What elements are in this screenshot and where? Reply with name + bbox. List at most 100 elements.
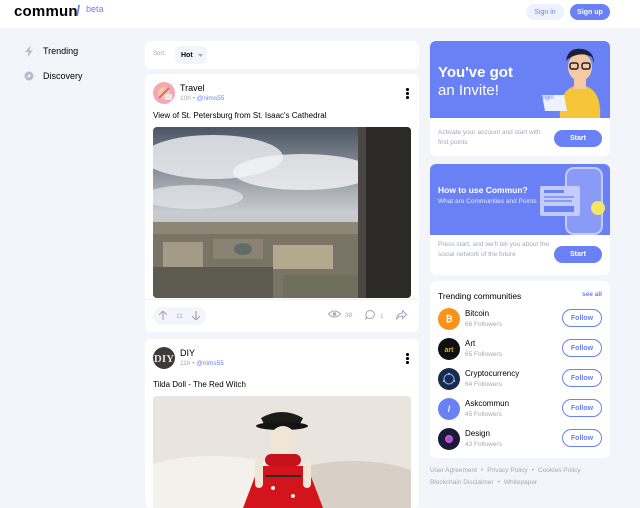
- community-followers: 45 Followers: [465, 411, 502, 418]
- beta-label: beta: [86, 4, 104, 14]
- askcommun-icon: /: [438, 398, 460, 420]
- views-count: 38: [345, 311, 353, 319]
- how-to-text: Press start, and we'll tell you about th…: [438, 241, 550, 258]
- trending-communities-card: Trending communities see all ₿ Bitcoin 6…: [430, 281, 610, 458]
- more-options-icon[interactable]: [406, 88, 409, 100]
- vote-control: 11: [153, 307, 206, 325]
- community-name[interactable]: Design: [465, 429, 490, 438]
- community-row[interactable]: / Askcommun 45 Followers Follow: [438, 397, 602, 421]
- chevron-down-icon: [197, 52, 203, 59]
- login-badge: Login: [539, 95, 554, 101]
- top-bar: commun / beta Sign in Sign up: [0, 0, 640, 28]
- meta-separator: •: [192, 95, 195, 102]
- post-title[interactable]: View of St. Petersburg from St. Isaac's …: [153, 111, 326, 120]
- nav-item-trending[interactable]: Trending: [24, 45, 79, 57]
- community-name[interactable]: Travel: [180, 83, 205, 93]
- post-image[interactable]: [153, 396, 411, 508]
- community-name[interactable]: Art: [465, 339, 475, 348]
- sign-up-button[interactable]: Sign up: [570, 4, 610, 20]
- post-image[interactable]: [153, 127, 411, 298]
- community-followers: 64 Followers: [465, 381, 502, 388]
- invite-illustration: [542, 48, 601, 118]
- invite-start-button[interactable]: Start: [554, 130, 602, 147]
- blockchain-disclaimer-link[interactable]: Blockchain Disclaimer: [430, 479, 494, 486]
- post-author[interactable]: @nims55: [197, 95, 225, 102]
- user-agreement-link[interactable]: User Agreement: [430, 467, 477, 474]
- community-name[interactable]: Bitcoin: [465, 309, 489, 318]
- how-to-subheading: What are Communities and Points: [438, 198, 537, 205]
- invite-banner: You've got an Invite! Login: [430, 41, 610, 118]
- community-name[interactable]: Askcommun: [465, 399, 509, 408]
- art-icon: art: [438, 338, 460, 360]
- post-time: 11h: [180, 360, 191, 367]
- post-title[interactable]: Tilda Doll - The Red Witch: [153, 380, 246, 389]
- nav-label: Discovery: [43, 71, 83, 81]
- eye-icon: [327, 310, 342, 320]
- invite-text: Activate your account and start with fir…: [438, 129, 541, 146]
- svg-text:art: art: [445, 347, 455, 353]
- post-card[interactable]: Travel 10h • @nims55 View of St. Petersb…: [145, 74, 419, 332]
- bitcoin-icon: ₿: [438, 308, 460, 330]
- community-avatar[interactable]: DIY: [153, 347, 175, 369]
- nav-label: Trending: [43, 46, 79, 56]
- more-options-icon[interactable]: [406, 353, 409, 365]
- post-actions: 11 38 1: [145, 299, 419, 332]
- sign-in-button[interactable]: Sign in: [526, 4, 564, 20]
- views-stat: 38: [327, 310, 353, 320]
- post-meta: 11h • @nims55: [180, 360, 224, 367]
- community-name[interactable]: DIY: [180, 348, 195, 358]
- post-meta: 10h • @nims55: [180, 95, 224, 102]
- svg-text:DIY: DIY: [154, 353, 174, 365]
- cookies-policy-link[interactable]: Cookies Policy: [538, 467, 581, 474]
- follow-button[interactable]: Follow: [562, 399, 602, 417]
- community-row[interactable]: ₿ Bitcoin 66 Followers Follow: [438, 307, 602, 331]
- invite-heading-line1: You've got: [438, 64, 513, 81]
- community-followers: 43 Followers: [465, 441, 502, 448]
- post-time: 10h: [180, 95, 191, 102]
- see-all-link[interactable]: see all: [582, 291, 602, 298]
- community-row[interactable]: Design 43 Followers Follow: [438, 427, 602, 451]
- how-to-banner: How to use Commun? What are Communities …: [430, 164, 610, 235]
- how-to-heading: How to use Commun?: [438, 185, 528, 195]
- comments-count: 1: [380, 312, 384, 320]
- footer-dot: •: [497, 479, 500, 486]
- share-icon[interactable]: [396, 310, 407, 320]
- comment-icon: [365, 309, 376, 322]
- meta-separator: •: [192, 360, 195, 367]
- lightning-icon: [24, 45, 34, 57]
- footer-dot: •: [480, 467, 484, 474]
- downvote-icon[interactable]: [191, 310, 201, 322]
- footer-links: User Agreement • Privacy Policy • Cookies Po…: [430, 465, 610, 489]
- privacy-policy-link[interactable]: Privacy Policy: [487, 467, 527, 474]
- community-followers: 65 Followers: [465, 351, 502, 358]
- follow-button[interactable]: Follow: [562, 369, 602, 387]
- comments-stat[interactable]: 1: [365, 309, 384, 322]
- community-avatar[interactable]: [153, 82, 175, 104]
- compass-icon: [24, 71, 34, 81]
- sort-dropdown[interactable]: Hot: [175, 46, 207, 64]
- vote-count: 11: [176, 312, 183, 320]
- upvote-icon[interactable]: [158, 310, 168, 322]
- community-followers: 66 Followers: [465, 321, 502, 328]
- how-to-start-button[interactable]: Start: [554, 246, 602, 263]
- follow-button[interactable]: Follow: [562, 429, 602, 447]
- nav-item-discovery[interactable]: Discovery: [24, 71, 83, 81]
- post-card[interactable]: DIY DIY 11h • @nims55 Tilda Doll - The R…: [145, 339, 419, 508]
- follow-button[interactable]: Follow: [562, 339, 602, 357]
- footer-dot: •: [531, 467, 534, 474]
- community-row[interactable]: art Art 65 Followers Follow: [438, 337, 602, 361]
- phone-illustration: [540, 167, 605, 235]
- follow-button[interactable]: Follow: [562, 309, 602, 327]
- how-to-card: How to use Commun? What are Communities …: [430, 164, 610, 275]
- cryptocurrency-icon: [438, 368, 460, 390]
- community-row[interactable]: Cryptocurrency 64 Followers Follow: [438, 367, 602, 391]
- sort-label: Sort:: [153, 51, 166, 57]
- sort-bar: Sort: Hot: [145, 41, 419, 69]
- invite-heading-line2: an Invite!: [438, 82, 499, 99]
- community-name[interactable]: Cryptocurrency: [465, 369, 519, 378]
- sort-value: Hot: [181, 51, 193, 59]
- commun-logo[interactable]: commun: [14, 3, 78, 20]
- post-author[interactable]: @nims55: [196, 360, 224, 367]
- logo-slash: /: [76, 3, 81, 20]
- whitepaper-link[interactable]: Whitepaper: [504, 479, 537, 486]
